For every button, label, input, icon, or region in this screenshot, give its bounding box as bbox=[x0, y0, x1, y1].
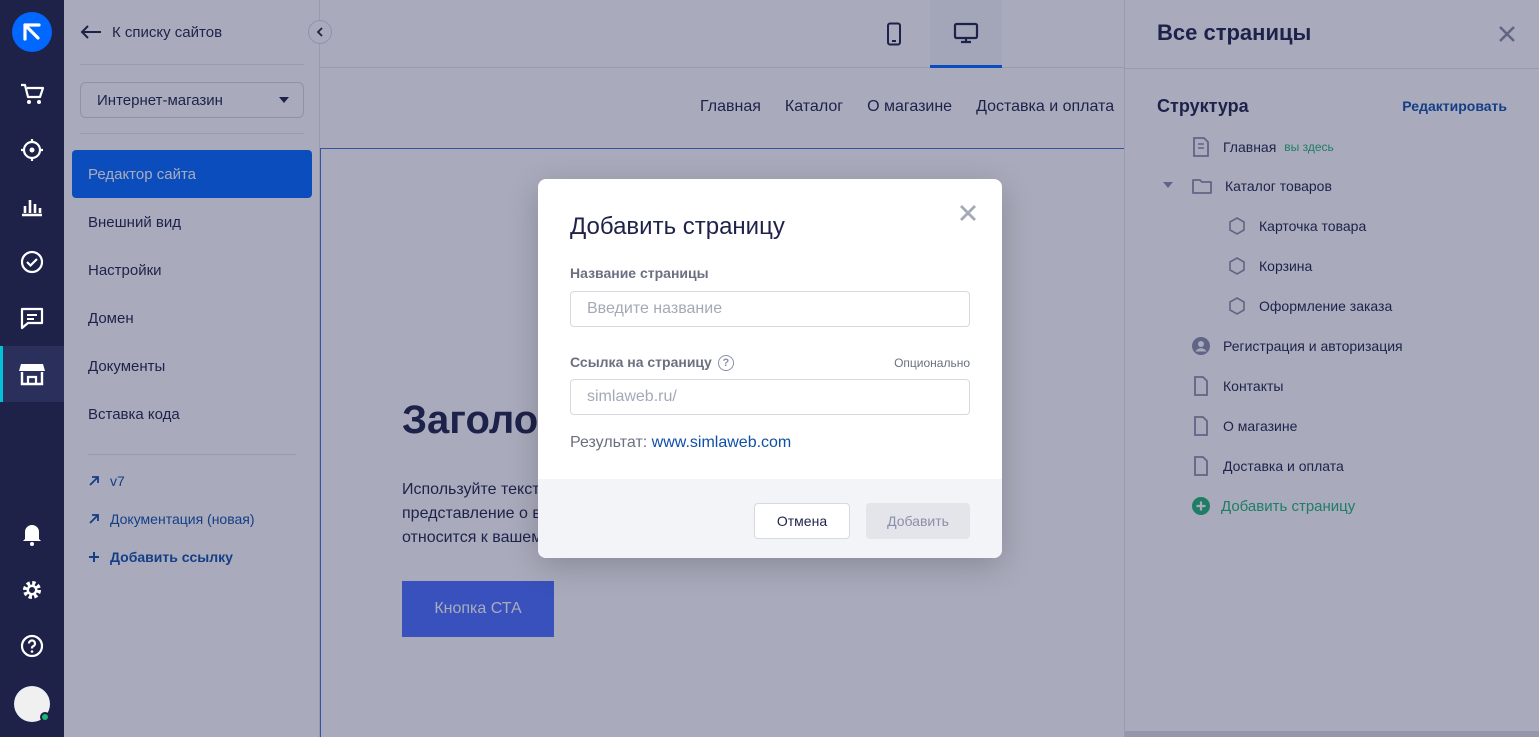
optional-hint: Опционально bbox=[894, 356, 970, 370]
analytics-icon[interactable] bbox=[0, 184, 64, 228]
close-icon[interactable] bbox=[958, 203, 978, 223]
online-status-icon bbox=[40, 712, 50, 722]
store-icon[interactable] bbox=[0, 346, 64, 402]
page-name-label: Название страницы bbox=[570, 265, 709, 281]
page-link-label: Ссылка на страницу? bbox=[570, 354, 734, 372]
add-button[interactable]: Добавить bbox=[866, 503, 970, 539]
gear-icon[interactable] bbox=[0, 568, 64, 612]
avatar[interactable] bbox=[14, 686, 50, 722]
result-label: Результат: bbox=[570, 434, 648, 451]
result-url-link[interactable]: www.simlaweb.com bbox=[652, 434, 792, 451]
help-icon[interactable] bbox=[0, 624, 64, 668]
cart-icon[interactable] bbox=[0, 72, 64, 116]
help-icon[interactable]: ? bbox=[717, 355, 734, 372]
target-icon[interactable] bbox=[0, 128, 64, 172]
page-link-label-text: Ссылка на страницу bbox=[570, 354, 712, 370]
check-circle-icon[interactable] bbox=[0, 240, 64, 284]
cancel-button[interactable]: Отмена bbox=[754, 503, 850, 539]
bell-icon[interactable] bbox=[0, 512, 64, 556]
result-line: Результат: www.simlaweb.com bbox=[570, 434, 791, 452]
dialog-title: Добавить страницу bbox=[570, 213, 785, 240]
chat-icon[interactable] bbox=[0, 296, 64, 340]
page-name-input[interactable] bbox=[570, 291, 970, 327]
add-page-dialog: Добавить страницу Название страницы Ссыл… bbox=[538, 179, 1002, 558]
app-rail bbox=[0, 0, 64, 737]
dialog-footer: Отмена Добавить bbox=[538, 479, 1002, 558]
page-link-input[interactable] bbox=[570, 379, 970, 415]
app-logo-icon[interactable] bbox=[12, 12, 52, 52]
